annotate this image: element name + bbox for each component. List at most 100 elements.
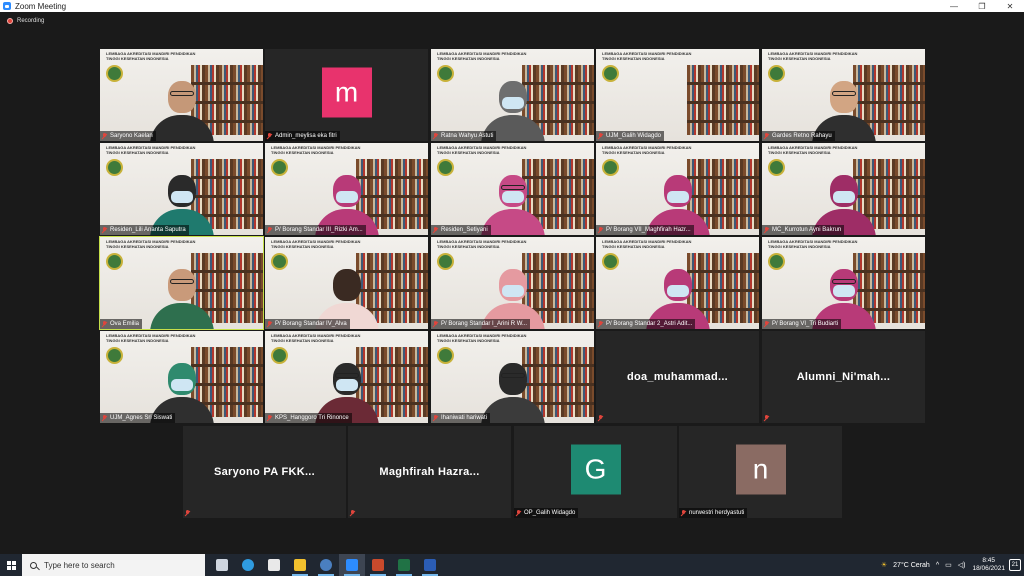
participant-name-label: OP_Galih Widagdo [514, 508, 579, 518]
institution-logo [437, 347, 454, 364]
participant-tile[interactable]: LEMBAGA AKREDITASI MANDIRI PENDIDIKAN TI… [431, 237, 594, 329]
participant-tile[interactable]: m Admin_meylisa eka fitri [265, 49, 428, 141]
windows-logo-icon [6, 560, 16, 570]
weather-icon[interactable]: ☀ [881, 561, 887, 569]
edge-icon[interactable] [235, 554, 261, 576]
minimize-button[interactable]: — [940, 0, 968, 12]
participant-tile[interactable]: Alumni_Ni'mah... [762, 331, 925, 423]
participant-tile[interactable]: LEMBAGA AKREDITASI MANDIRI PENDIDIKAN TI… [596, 49, 759, 141]
muted-mic-icon [102, 133, 107, 139]
virtual-background-banner: LEMBAGA AKREDITASI MANDIRI PENDIDIKAN TI… [602, 51, 692, 61]
participant-avatar: G [570, 444, 621, 495]
participant-tile[interactable]: Maghfirah Hazra... [348, 426, 511, 518]
participant-avatar: n [735, 444, 786, 495]
participant-tile[interactable]: LEMBAGA AKREDITASI MANDIRI PENDIDIKAN TI… [596, 237, 759, 329]
muted-mic-icon [350, 510, 355, 516]
search-icon [30, 561, 37, 569]
institution-logo [271, 347, 288, 364]
chevron-up-icon[interactable]: ^ [936, 562, 939, 569]
maximize-button[interactable]: ❐ [968, 0, 996, 12]
participant-tile[interactable]: LEMBAGA AKREDITASI MANDIRI PENDIDIKAN TI… [100, 49, 263, 141]
participant-tile[interactable]: doa_muhammad... [596, 331, 759, 423]
participant-name-label: P/ Borang Standar 2_Astri Adit... [596, 319, 696, 329]
participant-name: P/ Borang Standar I_Arini R W... [441, 321, 528, 327]
muted-mic-icon [764, 415, 769, 421]
virtual-background-banner: LEMBAGA AKREDITASI MANDIRI PENDIDIKAN TI… [106, 239, 196, 249]
task-view-icon[interactable] [209, 554, 235, 576]
title-bar: Zoom Meeting — ❐ ✕ [0, 0, 1024, 12]
institution-logo [437, 65, 454, 82]
participant-tile[interactable]: G OP_Galih Widagdo [514, 426, 677, 518]
taskbar-search-box[interactable]: Type here to search [22, 554, 205, 576]
participant-name: OP_Galih Widagdo [524, 510, 576, 516]
participant-name-label: P/ Borang VII_Maghfirah Hazr... [596, 225, 694, 235]
muted-mic-icon [267, 227, 272, 233]
virtual-background-banner: LEMBAGA AKREDITASI MANDIRI PENDIDIKAN TI… [768, 239, 858, 249]
participant-name-label [596, 413, 609, 423]
close-button[interactable]: ✕ [996, 0, 1024, 12]
participant-video [149, 263, 214, 329]
participant-name: Saryono Kaelan [110, 133, 153, 139]
participant-tile[interactable]: LEMBAGA AKREDITASI MANDIRI PENDIDIKAN TI… [99, 236, 264, 330]
virtual-background-banner: LEMBAGA AKREDITASI MANDIRI PENDIDIKAN TI… [437, 239, 527, 249]
participant-tile[interactable]: LEMBAGA AKREDITASI MANDIRI PENDIDIKAN TI… [100, 143, 263, 235]
notification-center-button[interactable]: 21 [1009, 559, 1021, 571]
participant-tile[interactable]: Saryono PA FKK... [183, 426, 346, 518]
participant-name-label: KPS_Hanggoro Tri Rinonce [265, 413, 352, 423]
participant-name-label: Ratna Wahyu Astuti [431, 131, 497, 141]
participant-tile[interactable]: LEMBAGA AKREDITASI MANDIRI PENDIDIKAN TI… [265, 237, 428, 329]
institution-logo [602, 159, 619, 176]
excel-icon[interactable] [391, 554, 417, 576]
powerpoint-icon[interactable] [365, 554, 391, 576]
institution-logo [271, 159, 288, 176]
network-icon[interactable]: ▭ [945, 561, 952, 569]
muted-mic-icon [102, 415, 107, 421]
participant-tile[interactable]: LEMBAGA AKREDITASI MANDIRI PENDIDIKAN TI… [431, 331, 594, 423]
muted-mic-icon [598, 133, 603, 139]
photos-icon[interactable] [313, 554, 339, 576]
participant-name: Gardes Retno Rahayu [772, 133, 832, 139]
start-button[interactable] [0, 554, 22, 576]
participant-name-label: UJM_Agnes Sri Siswati [100, 413, 176, 423]
participant-tile[interactable]: LEMBAGA AKREDITASI MANDIRI PENDIDIKAN TI… [596, 143, 759, 235]
file-explorer-icon[interactable] [287, 554, 313, 576]
participant-name-label [762, 413, 775, 423]
institution-logo [768, 65, 785, 82]
participant-tile[interactable]: LEMBAGA AKREDITASI MANDIRI PENDIDIKAN TI… [100, 331, 263, 423]
participant-name: P/ Borang VII_Maghfirah Hazr... [606, 227, 691, 233]
participant-name-label: MC_Kurrotun Ayni Bakrun [762, 225, 845, 235]
volume-icon[interactable]: ◁) [958, 561, 966, 569]
participant-tile[interactable]: LEMBAGA AKREDITASI MANDIRI PENDIDIKAN TI… [265, 331, 428, 423]
muted-mic-icon [516, 510, 521, 516]
participant-tile[interactable]: LEMBAGA AKREDITASI MANDIRI PENDIDIKAN TI… [762, 49, 925, 141]
word-icon[interactable] [417, 554, 443, 576]
participant-name-label: Residen_Setiyani [431, 225, 491, 235]
institution-logo [437, 159, 454, 176]
virtual-background-banner: LEMBAGA AKREDITASI MANDIRI PENDIDIKAN TI… [437, 333, 527, 343]
participant-name-label: P/ Borang Standar IV_Alva [265, 319, 350, 329]
participant-tile[interactable]: n nurwestri herdyastuti [679, 426, 842, 518]
clock-time: 8:45 [982, 557, 996, 564]
participant-name: Residen_Setiyani [441, 227, 488, 233]
recording-indicator[interactable]: Recording [7, 18, 44, 24]
participant-name: P/ Borang VI_Tri Budiarti [772, 321, 839, 327]
participant-tile[interactable]: LEMBAGA AKREDITASI MANDIRI PENDIDIKAN TI… [762, 143, 925, 235]
participant-name: UJM_Agnes Sri Siswati [110, 415, 173, 421]
virtual-background-banner: LEMBAGA AKREDITASI MANDIRI PENDIDIKAN TI… [271, 145, 361, 155]
participant-tile[interactable]: LEMBAGA AKREDITASI MANDIRI PENDIDIKAN TI… [762, 237, 925, 329]
institution-logo [768, 159, 785, 176]
participant-tile[interactable]: LEMBAGA AKREDITASI MANDIRI PENDIDIKAN TI… [431, 143, 594, 235]
participant-display-name: Maghfirah Hazra... [379, 466, 480, 478]
zoom-icon[interactable] [339, 554, 365, 576]
participant-tile[interactable]: LEMBAGA AKREDITASI MANDIRI PENDIDIKAN TI… [431, 49, 594, 141]
clock[interactable]: 8:45 18/06/2021 [972, 557, 1005, 573]
meeting-gallery: Recording LEMBAGA AKREDITASI MANDIRI PEN… [0, 12, 1024, 554]
weather-text[interactable]: 27°C Cerah [893, 562, 930, 569]
virtual-background-banner: LEMBAGA AKREDITASI MANDIRI PENDIDIKAN TI… [106, 145, 196, 155]
participant-tile[interactable]: LEMBAGA AKREDITASI MANDIRI PENDIDIKAN TI… [265, 143, 428, 235]
taskbar-apps [209, 554, 443, 576]
participant-display-name: Alumni_Ni'mah... [796, 371, 891, 383]
store-icon[interactable] [261, 554, 287, 576]
participant-name: P/ Borang Standar IV_Alva [275, 321, 347, 327]
muted-mic-icon [267, 133, 272, 139]
